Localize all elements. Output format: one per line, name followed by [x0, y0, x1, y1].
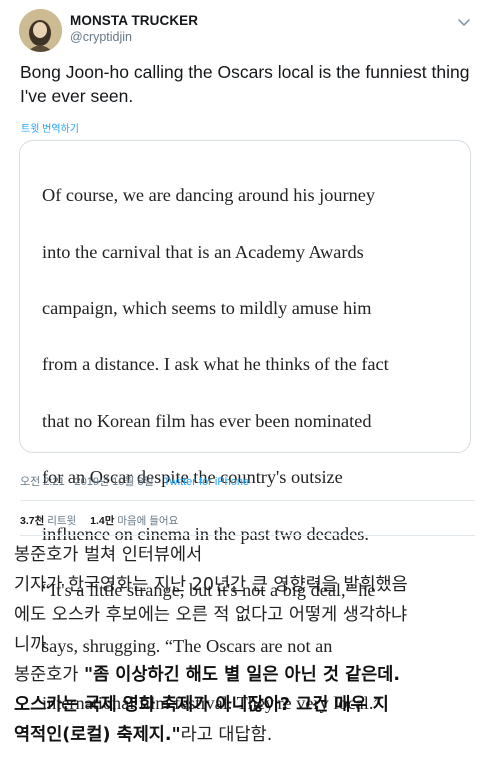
- caption-text: 라고 대답함.: [180, 725, 273, 745]
- likes-label: 마음에 들어요: [117, 515, 179, 527]
- engagement-stats: 3.7천 리트윗 1.4만 마음에 들어요: [20, 513, 178, 528]
- divider: [20, 500, 475, 501]
- tweet-card: MONSTA TRUCKER @cryptidjin Bong Joon-ho …: [0, 0, 487, 713]
- caption-line: 봉준호가 "좀 이상하긴 해도 별 일은 아닌 것 같은데.: [14, 660, 482, 690]
- quote-line: campaign, which seems to mildly amuse hi…: [42, 298, 372, 319]
- translate-tweet-link[interactable]: 트윗 번역하기: [21, 120, 79, 135]
- quote-line: that no Korean film has ever been nomina…: [42, 410, 372, 431]
- user-handle[interactable]: @cryptidjin: [70, 30, 132, 44]
- caption-quote: 역적인(로컬) 축제지.": [14, 725, 181, 745]
- retweets-label: 리트윗: [47, 515, 77, 527]
- divider: [20, 535, 475, 536]
- avatar-image: [19, 9, 62, 52]
- source-link[interactable]: Twitter for iPhone: [164, 476, 250, 488]
- avatar[interactable]: [19, 9, 62, 52]
- display-name[interactable]: MONSTA TRUCKER: [70, 13, 198, 28]
- timestamp[interactable]: 오전 2:21 · 2019년 10월 8일 ·: [20, 476, 161, 488]
- caption-line: 기자가 한국영화는 지난 20년간 큰 영향력을 발휘했음: [14, 575, 408, 595]
- retweets-stat[interactable]: 3.7천 리트윗: [20, 515, 76, 527]
- quote-line: into the carnival that is an Academy Awa…: [42, 241, 364, 262]
- tweet-meta: 오전 2:21 · 2019년 10월 8일 · Twitter for iPh…: [20, 473, 249, 489]
- caption-line: 오스카는 국제 영화 축제가 아니잖아? 그건 매우 지: [14, 690, 482, 720]
- caption-line: 봉준호가 벌쳐 인터뷰에서: [14, 545, 203, 565]
- caption-text: 봉준호가: [14, 665, 84, 685]
- quote-line: from a distance. I ask what he thinks of…: [42, 354, 389, 375]
- likes-count: 1.4만: [90, 515, 115, 527]
- caption-line: 역적인(로컬) 축제지."라고 대답함.: [14, 720, 482, 750]
- likes-stat[interactable]: 1.4만 마음에 들어요: [90, 515, 178, 527]
- korean-caption: 봉준호가 벌쳐 인터뷰에서 기자가 한국영화는 지난 20년간 큰 영향력을 발…: [14, 540, 482, 750]
- caption-quote: "좀 이상하긴 해도 별 일은 아닌 것 같은데.: [83, 665, 400, 685]
- retweets-count: 3.7천: [20, 515, 45, 527]
- caption-line: 니까: [14, 635, 47, 655]
- caption-line: 에도 오스카 후보에는 오른 적 없다고 어떻게 생각하냐: [14, 605, 408, 625]
- tweet-text: Bong Joon-ho calling the Oscars local is…: [20, 62, 470, 106]
- caption-quote: 오스카는 국제 영화 축제가 아니잖아? 그건 매우 지: [14, 695, 389, 715]
- quote-line: Of course, we are dancing around his jou…: [42, 185, 376, 206]
- chevron-down-icon[interactable]: [456, 14, 472, 30]
